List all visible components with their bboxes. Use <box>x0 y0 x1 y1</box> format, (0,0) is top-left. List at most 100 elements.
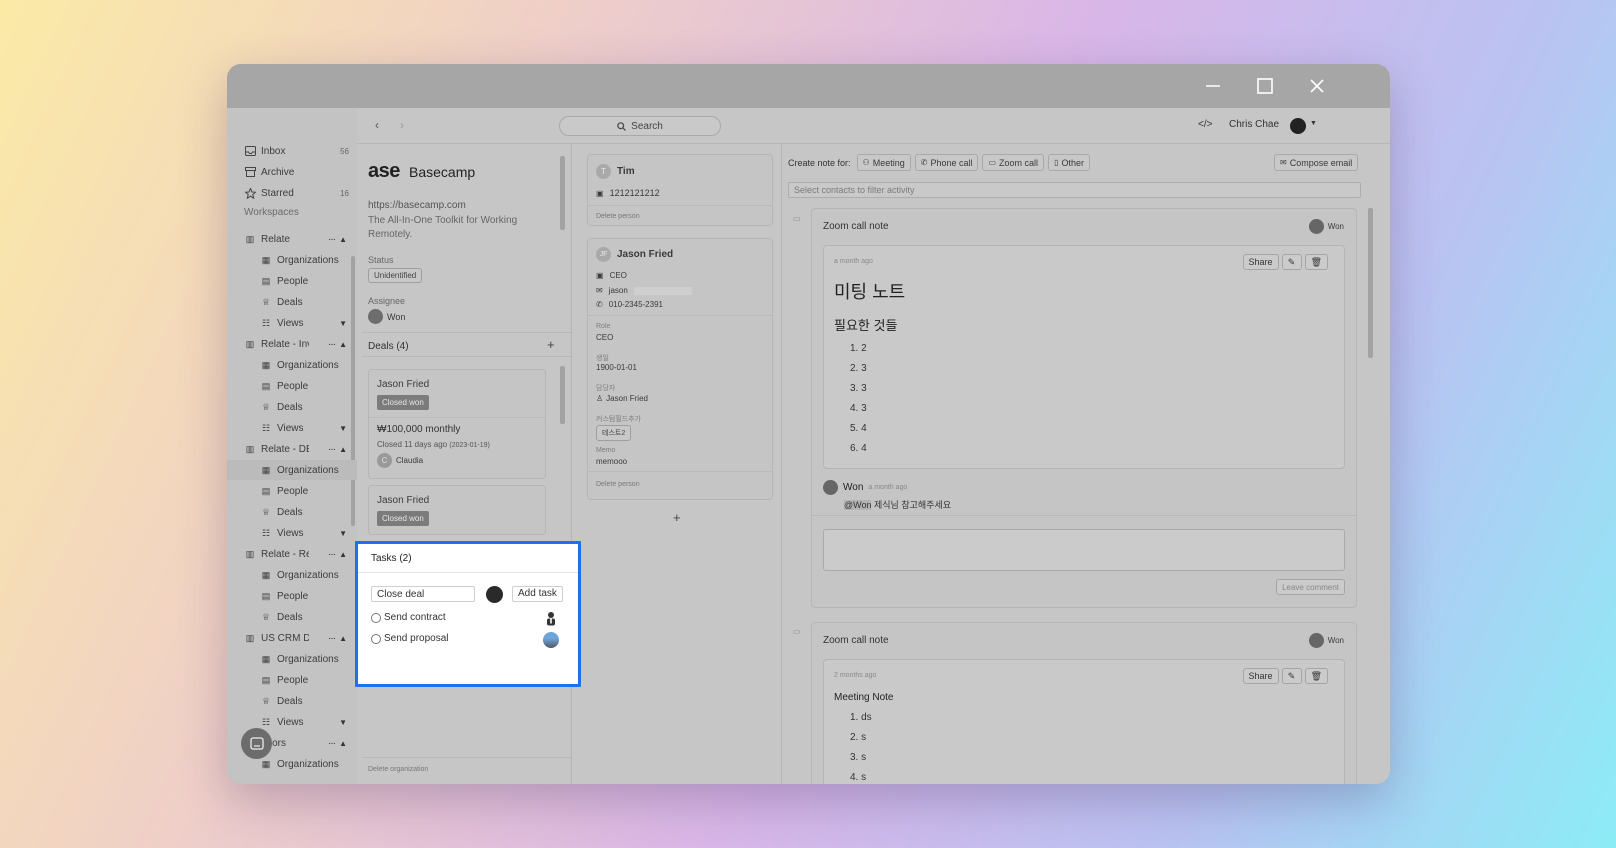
sidebar-item-views[interactable]: ☷ Views ▼ <box>227 418 357 438</box>
trash-icon[interactable]: 🗑 <box>1304 668 1328 684</box>
person-card[interactable]: T Tim ▣ 1212121212 Delete person <box>587 154 773 226</box>
user-avatar[interactable] <box>1290 118 1306 134</box>
chevron-up-icon[interactable]: ▲ <box>339 340 347 349</box>
task-assignee-avatar[interactable] <box>486 586 503 603</box>
sidebar-item-organizations[interactable]: ▦ Organizations <box>227 460 357 480</box>
maximize-button[interactable] <box>1250 72 1280 100</box>
sidebar-item-views[interactable]: ☷ Views ▼ <box>227 523 357 543</box>
more-icon[interactable]: ··· <box>328 444 336 455</box>
deals-header: Deals (4) <box>368 341 409 352</box>
chat-widget-button[interactable] <box>241 728 272 759</box>
workspace-item[interactable]: ▥ US CRM Den ···▲ <box>227 628 357 648</box>
sidebar-item-people[interactable]: ▤ People <box>227 376 357 396</box>
share-button[interactable]: Share <box>1242 254 1279 270</box>
sidebar-item-people[interactable]: ▤ People <box>227 670 357 690</box>
trash-icon[interactable]: 🗑 <box>1304 254 1328 270</box>
sidebar-item-deals[interactable]: ♕ Deals <box>227 607 357 627</box>
task-assignee-avatar[interactable] <box>544 611 558 626</box>
more-icon[interactable]: ··· <box>328 633 336 644</box>
activity-scrollbar[interactable] <box>1368 208 1373 358</box>
workspace-item[interactable]: ▥ Relate - DEM ···▲ <box>227 439 357 459</box>
edit-icon[interactable]: ✎ <box>1281 254 1302 270</box>
share-button[interactable]: Share <box>1242 668 1279 684</box>
note-list-item: 4. s <box>850 772 867 783</box>
chevron-down-icon[interactable]: ▼ <box>339 529 347 538</box>
chevron-up-icon[interactable]: ▲ <box>339 550 347 559</box>
org-scrollbar[interactable] <box>560 156 565 230</box>
trophy-icon: ♕ <box>261 506 271 517</box>
deals-scrollbar[interactable] <box>560 366 565 424</box>
deal-card[interactable]: Jason Fried Closed won <box>368 485 546 535</box>
close-button[interactable] <box>1302 72 1332 100</box>
sidebar-item-views[interactable]: ☷ Views ▼ <box>227 313 357 333</box>
back-button[interactable]: ‹ <box>375 118 379 132</box>
more-icon[interactable]: ··· <box>328 738 336 749</box>
assignee[interactable]: Won <box>368 309 405 324</box>
status-badge[interactable]: Unidentified <box>368 268 423 283</box>
task-assignee-avatar[interactable] <box>543 632 559 648</box>
sidebar-item-organizations[interactable]: ▦ Organizations <box>227 649 357 669</box>
code-icon[interactable]: </> <box>1198 119 1212 130</box>
sidebar-item-people[interactable]: ▤ People <box>227 586 357 606</box>
person-card[interactable]: JF Jason Fried ▣ CEO ✉ jason ✆ 010-2345-239… <box>587 238 773 500</box>
chevron-down-icon[interactable]: ▼ <box>339 319 347 328</box>
more-icon[interactable]: ··· <box>328 339 336 350</box>
chevron-up-icon[interactable]: ▲ <box>339 739 347 748</box>
person-email[interactable]: ✉ jason <box>596 286 692 295</box>
other-note-button[interactable]: ▯ Other <box>1048 154 1090 171</box>
chevron-down-icon[interactable]: ▼ <box>339 718 347 727</box>
sidebar-item-deals[interactable]: ♕ Deals <box>227 502 357 522</box>
search-bar[interactable]: Search <box>559 116 721 136</box>
task-item[interactable]: Send proposal <box>371 633 449 644</box>
sidebar-item-starred[interactable]: Starred 16 <box>227 183 357 203</box>
more-icon[interactable]: ··· <box>328 234 336 245</box>
user-name[interactable]: Chris Chae <box>1229 119 1279 130</box>
phone-call-note-button[interactable]: ✆ Phone call <box>914 154 979 171</box>
chevron-down-icon[interactable]: ▼ <box>339 424 347 433</box>
add-person-button[interactable]: + <box>673 510 681 525</box>
sidebar-item-deals[interactable]: ♕ Deals <box>227 691 357 711</box>
meeting-note-button[interactable]: ⚇ Meeting <box>856 154 911 171</box>
chevron-up-icon[interactable]: ▲ <box>339 634 347 643</box>
note-title: Zoom call note <box>823 221 889 232</box>
workspace-item[interactable]: ▥ Relate - Recr ···▲ <box>227 544 357 564</box>
sidebar-item-people[interactable]: ▤ People <box>227 271 357 291</box>
edit-icon[interactable]: ✎ <box>1281 668 1302 684</box>
chevron-up-icon[interactable]: ▲ <box>339 445 347 454</box>
add-deal-button[interactable]: + <box>547 337 555 352</box>
sidebar-item-inbox[interactable]: Inbox 56 <box>227 141 357 161</box>
organization-url[interactable]: https://basecamp.com <box>368 200 466 211</box>
chevron-up-icon[interactable]: ▲ <box>339 235 347 244</box>
add-task-button[interactable]: Add task <box>512 586 563 602</box>
delete-organization-button[interactable]: Delete organization <box>368 766 428 773</box>
sidebar-item-deals[interactable]: ♕ Deals <box>227 292 357 312</box>
sidebar-item-organizations[interactable]: ▦ Organizations <box>227 565 357 585</box>
compose-email-button[interactable]: ✉ Compose email <box>1274 154 1359 171</box>
task-checkbox[interactable] <box>371 633 381 644</box>
task-checkbox[interactable] <box>371 612 381 623</box>
workspace-item[interactable]: ▥ Relate ··· ▲ <box>227 229 357 249</box>
workspace-item[interactable]: ▥ Relate - Inve ···▲ <box>227 334 357 354</box>
zoom-call-note-button[interactable]: ▭ Zoom call <box>982 154 1045 171</box>
delete-person-button[interactable]: Delete person <box>596 213 640 220</box>
new-task-input[interactable] <box>371 586 475 602</box>
leave-comment-button[interactable]: Leave comment <box>1276 579 1345 595</box>
chevron-down-icon[interactable]: ▼ <box>1310 120 1317 127</box>
person-phone[interactable]: ✆ 010-2345-2391 <box>596 300 663 309</box>
building-icon: ▥ <box>245 338 255 349</box>
deal-card[interactable]: Jason Fried Closed won ₩100,000 monthly … <box>368 369 546 479</box>
comment-input[interactable] <box>823 529 1345 571</box>
sidebar-item-people[interactable]: ▤ People <box>227 481 357 501</box>
sidebar-item-archive[interactable]: Archive <box>227 162 357 182</box>
delete-person-button[interactable]: Delete person <box>596 481 640 488</box>
sidebar-item-organizations[interactable]: ▦ Organizations <box>227 754 357 774</box>
contact-filter-input[interactable]: Select contacts to filter activity <box>788 182 1361 198</box>
more-icon[interactable]: ··· <box>328 549 336 560</box>
sidebar-item-deals[interactable]: ♕ Deals <box>227 397 357 417</box>
sidebar-item-organizations[interactable]: ▦ Organizations <box>227 250 357 270</box>
task-item[interactable]: Send contract <box>371 612 446 623</box>
sidebar-item-views[interactable]: ☷ Views ▼ <box>227 712 357 732</box>
forward-button[interactable]: › <box>400 118 404 132</box>
minimize-button[interactable] <box>1198 72 1228 100</box>
sidebar-item-organizations[interactable]: ▦ Organizations <box>227 355 357 375</box>
